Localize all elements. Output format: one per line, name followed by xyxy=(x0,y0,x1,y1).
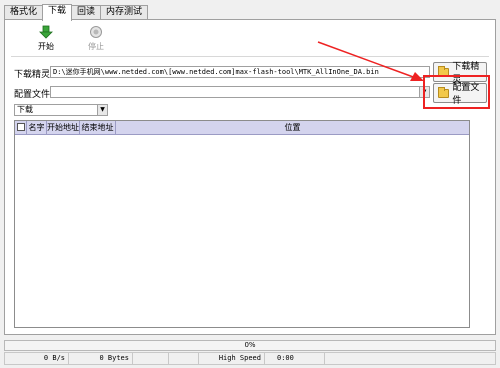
download-arrow-icon xyxy=(39,25,53,39)
partition-table: 名字 开始地址 结束地址 位置 xyxy=(14,120,470,328)
status-cell-empty xyxy=(133,353,169,364)
stop-icon xyxy=(90,26,102,38)
config-file-label: 配置文件 xyxy=(14,90,51,100)
tab-format[interactable]: 格式化 xyxy=(4,5,44,20)
annotation-highlight-box xyxy=(423,75,490,109)
progress-text: 0% xyxy=(244,341,256,349)
status-bar: 0% 0 B/s 0 Bytes High Speed 0:00 xyxy=(0,339,500,368)
checkbox-icon[interactable] xyxy=(16,123,25,131)
start-label: 开始 xyxy=(38,42,54,51)
start-button[interactable]: 开始 xyxy=(31,25,61,52)
mode-select-value: 下载 xyxy=(17,105,33,114)
toolbar: 开始 停止 xyxy=(5,20,495,56)
column-end-address[interactable]: 结束地址 xyxy=(80,121,116,134)
mode-select[interactable]: 下载 ▼ xyxy=(14,104,108,116)
column-name[interactable]: 名字 xyxy=(27,121,47,134)
elapsed-time-value: 0:00 xyxy=(265,353,325,364)
download-agent-label: 下载精灵 xyxy=(14,70,51,80)
toolbar-divider xyxy=(11,56,489,57)
config-file-field[interactable]: ▼ xyxy=(50,86,430,98)
usb-mode-value: High Speed xyxy=(199,353,265,364)
tab-download[interactable]: 下载 xyxy=(42,4,73,21)
stop-label: 停止 xyxy=(88,42,104,51)
status-cell-empty xyxy=(325,353,495,364)
table-header: 名字 开始地址 结束地址 位置 xyxy=(15,121,469,135)
tab-memory-test[interactable]: 内存测试 xyxy=(100,5,149,20)
column-location[interactable]: 位置 xyxy=(116,121,469,134)
select-all-checkbox[interactable] xyxy=(15,121,27,134)
progress-bar: 0% xyxy=(4,340,496,351)
speed-value: 0 B/s xyxy=(5,353,69,364)
download-agent-field[interactable]: D:\迷你手机网\www.netded.com\[www.netded.com]… xyxy=(50,66,430,78)
status-row: 0 B/s 0 Bytes High Speed 0:00 xyxy=(4,352,496,365)
column-start-address[interactable]: 开始地址 xyxy=(47,121,80,134)
stop-button[interactable]: 停止 xyxy=(81,25,111,52)
bytes-value: 0 Bytes xyxy=(69,353,133,364)
status-cell-empty xyxy=(169,353,199,364)
table-body xyxy=(15,135,469,327)
chevron-down-icon[interactable]: ▼ xyxy=(97,105,107,115)
tab-bar: 格式化 下载 回读 内存测试 xyxy=(4,4,149,21)
tab-readback[interactable]: 回读 xyxy=(71,5,102,20)
